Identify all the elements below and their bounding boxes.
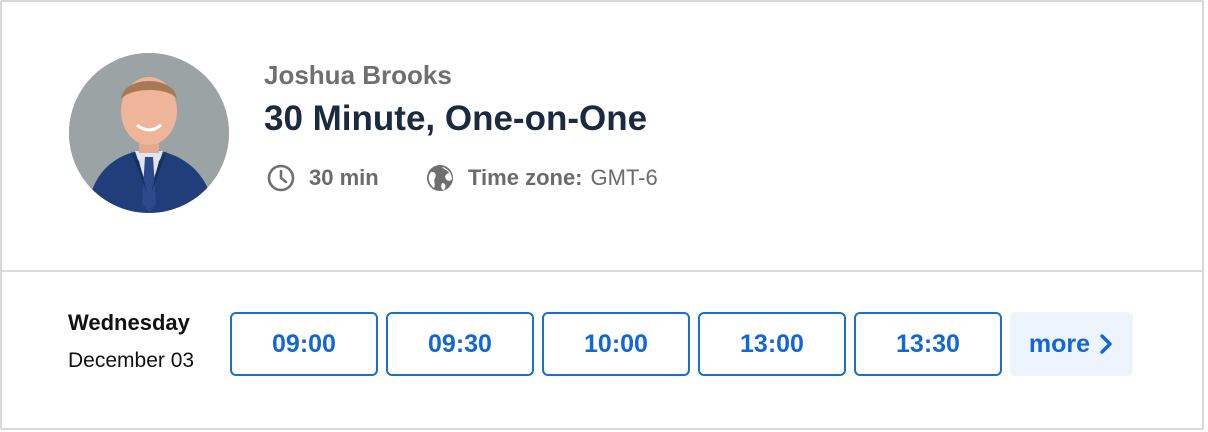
day-label: Wednesday December 03 xyxy=(68,308,194,376)
chevron-right-icon xyxy=(1098,333,1114,355)
more-label: more xyxy=(1028,329,1091,358)
booking-card: Joshua Brooks 30 Minute, One-on-One 30 m… xyxy=(0,0,1204,430)
duration-value: 30 min xyxy=(309,165,379,190)
time-slot-button[interactable]: 09:00 xyxy=(230,312,378,376)
timezone-label: Time zone: xyxy=(468,165,583,190)
clock-icon xyxy=(266,163,296,193)
timezone-value: GMT-6 xyxy=(590,165,658,190)
host-avatar xyxy=(69,53,229,213)
duration-info: 30 min xyxy=(266,162,379,194)
globe-icon xyxy=(425,163,455,193)
time-slot-button[interactable]: 09:30 xyxy=(386,312,534,376)
event-title: 30 Minute, One-on-One xyxy=(264,99,648,138)
time-slot-button[interactable]: 13:30 xyxy=(854,312,1002,376)
time-slot-button[interactable]: 13:00 xyxy=(698,312,846,376)
timezone-info: Time zone: GMT-6 xyxy=(425,162,658,194)
date-label: December 03 xyxy=(68,349,195,372)
host-avatar-photo xyxy=(69,53,229,213)
more-times-button[interactable]: more xyxy=(1010,312,1133,376)
weekday-label: Wednesday xyxy=(68,310,190,335)
event-header: Joshua Brooks 30 Minute, One-on-One 30 m… xyxy=(2,2,1202,272)
time-slot-button[interactable]: 10:00 xyxy=(542,312,690,376)
host-name: Joshua Brooks xyxy=(264,60,452,90)
